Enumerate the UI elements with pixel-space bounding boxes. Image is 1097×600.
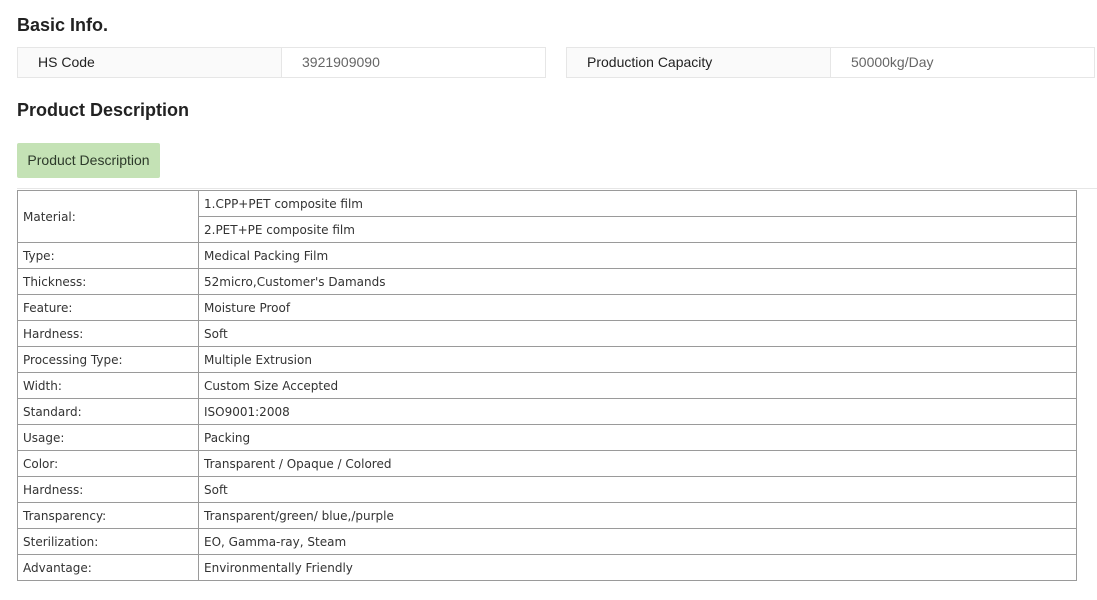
- spec-value: Multiple Extrusion: [198, 346, 1077, 373]
- table-row: Usage: Packing: [17, 424, 1077, 451]
- spec-label: Color:: [17, 450, 199, 477]
- spec-value: 1.CPP+PET composite film: [198, 190, 1077, 217]
- product-description-title: Product Description: [17, 100, 190, 120]
- spec-label: Advantage:: [17, 554, 199, 581]
- spec-value: Medical Packing Film: [198, 242, 1077, 269]
- spec-label: Transparency:: [17, 502, 199, 529]
- spec-value: ISO9001:2008: [198, 398, 1077, 425]
- spec-label: Hardness:: [17, 320, 199, 347]
- table-row: Standard: ISO9001:2008: [17, 398, 1077, 425]
- table-row: Sterilization: EO, Gamma-ray, Steam: [17, 528, 1077, 555]
- info-field-label: Production Capacity: [567, 48, 831, 77]
- spec-table: Material: 1.CPP+PET composite film 2.PET…: [17, 190, 1077, 581]
- spec-value: Soft: [198, 476, 1077, 503]
- spec-value: Soft: [198, 320, 1077, 347]
- spec-value: Moisture Proof: [198, 294, 1077, 321]
- info-field-label: HS Code: [18, 48, 282, 77]
- spec-label: Width:: [17, 372, 199, 399]
- info-field-production-capacity: Production Capacity 50000kg/Day: [566, 47, 1095, 78]
- tab-product-description[interactable]: Product Description: [17, 143, 160, 178]
- table-row: Hardness: Soft: [17, 320, 1077, 347]
- spec-value: Transparent / Opaque / Colored: [198, 450, 1077, 477]
- tab-divider: [17, 188, 1097, 189]
- table-row: Hardness: Soft: [17, 476, 1077, 503]
- info-field-value: 50000kg/Day: [851, 54, 934, 70]
- spec-label: Material:: [17, 190, 199, 243]
- spec-label: Feature:: [17, 294, 199, 321]
- spec-value: Custom Size Accepted: [198, 372, 1077, 399]
- spec-value: Environmentally Friendly: [198, 554, 1077, 581]
- info-field-hs-code: HS Code 3921909090: [17, 47, 546, 78]
- table-row: Color: Transparent / Opaque / Colored: [17, 450, 1077, 477]
- table-row: Processing Type: Multiple Extrusion: [17, 346, 1077, 373]
- table-row: Advantage: Environmentally Friendly: [17, 554, 1077, 581]
- spec-label: Type:: [17, 242, 199, 269]
- spec-label: Usage:: [17, 424, 199, 451]
- table-row: Transparency: Transparent/green/ blue,/pu…: [17, 502, 1077, 529]
- spec-label: Sterilization:: [17, 528, 199, 555]
- basic-info-title: Basic Info.: [17, 15, 109, 35]
- table-row: Feature: Moisture Proof: [17, 294, 1077, 321]
- info-field-value: 3921909090: [302, 54, 380, 70]
- spec-value: 2.PET+PE composite film: [198, 216, 1077, 243]
- spec-label: Standard:: [17, 398, 199, 425]
- spec-value: Transparent/green/ blue,/purple: [198, 502, 1077, 529]
- spec-value: EO, Gamma-ray, Steam: [198, 528, 1077, 555]
- table-row: Width: Custom Size Accepted: [17, 372, 1077, 399]
- spec-value: 52micro,Customer's Damands: [198, 268, 1077, 295]
- spec-label: Thickness:: [17, 268, 199, 295]
- table-row: Thickness: 52micro,Customer's Damands: [17, 268, 1077, 295]
- spec-value: Packing: [198, 424, 1077, 451]
- spec-label: Hardness:: [17, 476, 199, 503]
- table-row: Type: Medical Packing Film: [17, 242, 1077, 269]
- spec-label: Processing Type:: [17, 346, 199, 373]
- table-row: Material: 1.CPP+PET composite film: [17, 190, 1077, 243]
